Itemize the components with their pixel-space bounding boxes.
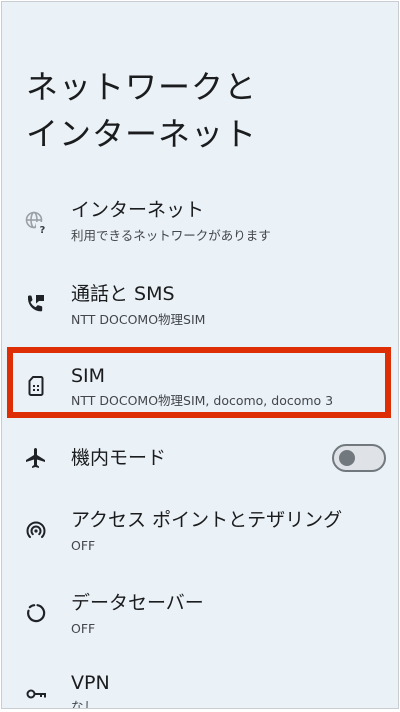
vpn-key-icon: [24, 682, 48, 706]
page-title-line1: ネットワークと: [26, 68, 258, 106]
internet-summary: 利用できるネットワークがあります: [71, 228, 271, 243]
data-saver-icon: [24, 601, 48, 625]
data-saver-summary: OFF: [71, 621, 96, 636]
sim-card-icon: [24, 374, 48, 398]
globe-question-icon: ?: [24, 210, 48, 234]
sim-summary: NTT DOCOMO物理SIM, docomo, docomo 3: [71, 393, 334, 408]
list-item-data-saver[interactable]: データセーバー OFF: [2, 587, 398, 649]
hotspot-summary: OFF: [71, 538, 96, 553]
calls-sms-summary: NTT DOCOMO物理SIM: [71, 312, 206, 327]
calls-sms-title: 通話と SMS: [71, 283, 175, 305]
page-title: ネットワークと インターネット: [26, 64, 366, 158]
toggle-knob: [339, 450, 355, 466]
hotspot-icon: [24, 518, 48, 542]
data-saver-title: データセーバー: [71, 592, 204, 614]
page-title-line2: インターネット: [26, 115, 258, 153]
list-item-sim[interactable]: SIM NTT DOCOMO物理SIM, docomo, docomo 3: [2, 358, 398, 416]
airplane-mode-title: 機内モード: [71, 447, 167, 469]
vpn-summary: なし: [71, 699, 97, 708]
hotspot-title: アクセス ポイントとテザリング: [71, 509, 343, 531]
vpn-title: VPN: [71, 672, 110, 694]
settings-screen: ネットワークと インターネット ? インターネット 利用できるネットワークがあり…: [2, 2, 398, 708]
list-item-internet[interactable]: ? インターネット 利用できるネットワークがあります: [2, 194, 398, 256]
list-item-calls-sms[interactable]: 通話と SMS NTT DOCOMO物理SIM: [2, 278, 398, 340]
airplane-mode-toggle[interactable]: [332, 444, 386, 472]
phone-message-icon: [24, 292, 48, 316]
list-item-vpn[interactable]: VPN なし: [2, 668, 398, 708]
list-item-hotspot-tethering[interactable]: アクセス ポイントとテザリング OFF: [2, 504, 398, 566]
svg-text:?: ?: [40, 225, 46, 234]
sim-title: SIM: [71, 365, 106, 387]
airplane-icon: [24, 446, 48, 470]
internet-title: インターネット: [71, 199, 205, 221]
